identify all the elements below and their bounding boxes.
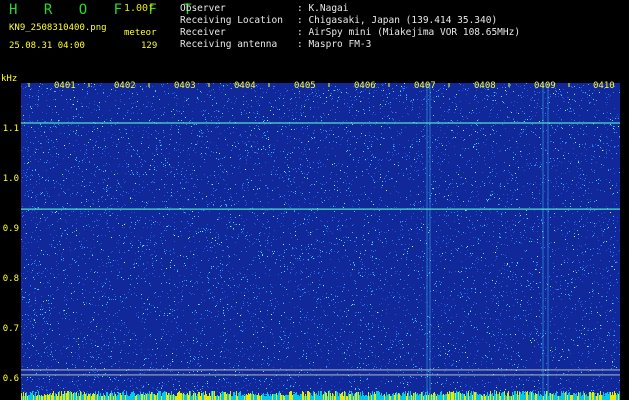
y-tick-label: 0.6: [2, 374, 19, 384]
y-tick-label: 1.0: [2, 174, 19, 184]
frequency-unit-label: kHz: [1, 74, 18, 84]
observation-datetime: 25.08.31 04:00: [9, 41, 85, 51]
meteor-streak: [547, 83, 549, 400]
info-label-location: Receiving Location: [180, 15, 283, 26]
meteor-count: 129: [141, 41, 158, 51]
x-tick-label: 0410: [593, 81, 615, 91]
info-value-antenna: : Maspro FM-3: [297, 39, 372, 50]
spectrogram-svg: [21, 83, 620, 400]
image-filename: KN9_2508310400.png: [9, 23, 107, 33]
x-tick-label: 0404: [234, 81, 256, 91]
spectrogram-plot: [21, 83, 620, 400]
x-tick-label: 0406: [354, 81, 376, 91]
hrofft-screen: H R O F F T 1.00f KN9_2508310400.png met…: [0, 0, 629, 400]
x-tick-label: 0402: [114, 81, 136, 91]
info-value-location: : Chigasaki, Japan (139.414 35.340): [297, 15, 498, 26]
x-tick-label: 0407: [414, 81, 436, 91]
app-version: 1.00f: [124, 3, 155, 14]
info-label-receiver: Receiver: [180, 27, 226, 38]
y-tick-label: 0.9: [2, 224, 19, 234]
y-tick-label: 0.7: [2, 324, 19, 334]
info-label-antenna: Receiving antenna: [180, 39, 278, 50]
spectrogram-background: [21, 83, 620, 400]
x-tick-label: 0401: [54, 81, 76, 91]
info-value-receiver: : AirSpy mini (Miakejima VOR 108.65MHz): [297, 27, 521, 38]
x-tick-label: 0409: [534, 81, 556, 91]
x-tick-label: 0408: [474, 81, 496, 91]
meteor-streak: [542, 83, 544, 400]
mode-label: meteor: [124, 28, 157, 38]
x-tick-label: 0405: [294, 81, 316, 91]
app-logo: H R O F F T: [9, 2, 201, 18]
x-tick-label: 0403: [174, 81, 196, 91]
meteor-streak: [429, 83, 431, 400]
info-label-observer: Observer: [180, 3, 226, 14]
meteor-streak: [426, 83, 428, 400]
y-tick-label: 1.1: [2, 124, 19, 134]
info-value-observer: : K.Nagai: [297, 3, 349, 14]
y-tick-label: 0.8: [2, 274, 19, 284]
